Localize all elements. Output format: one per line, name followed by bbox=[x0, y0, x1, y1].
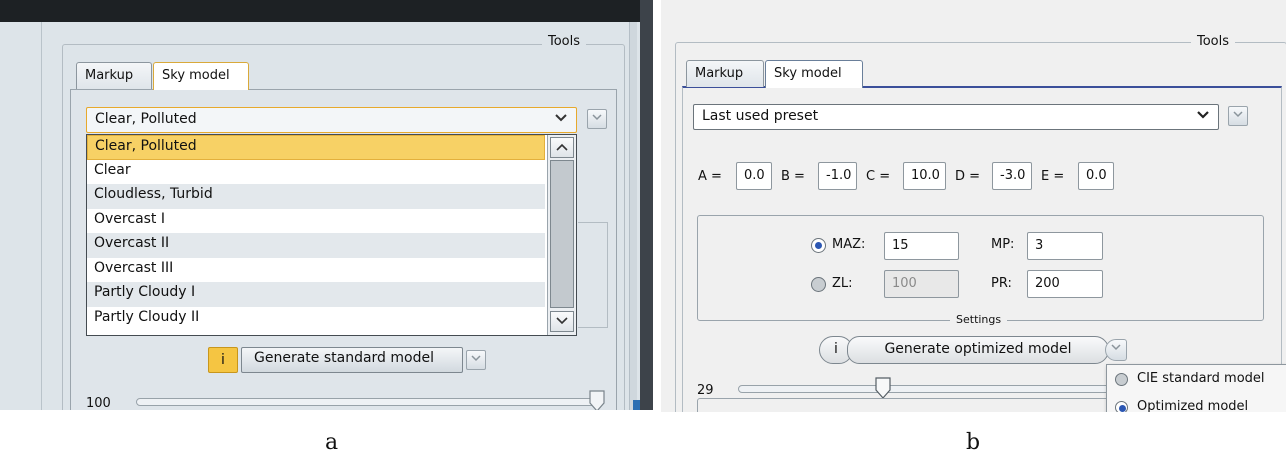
scroll-up-icon[interactable] bbox=[550, 137, 574, 158]
mp-field[interactable]: 3 bbox=[1027, 232, 1103, 260]
dropdown-arrow-icon bbox=[1233, 111, 1243, 118]
preset-combo-value: Clear, Polluted bbox=[95, 111, 197, 127]
option-overcast-2[interactable]: Overcast II bbox=[87, 233, 545, 258]
menu-radio-cie bbox=[1115, 373, 1128, 386]
coef-d-label: D = bbox=[955, 169, 981, 184]
option-partly-cloudy-1[interactable]: Partly Cloudy I bbox=[87, 282, 545, 307]
coef-e-field[interactable]: 0.0 bbox=[1078, 162, 1114, 190]
dropdown-arrow-icon bbox=[592, 114, 602, 121]
settings-group-frame bbox=[697, 215, 1264, 321]
option-clear-polluted[interactable]: Clear, Polluted bbox=[87, 135, 545, 160]
caption-a: a bbox=[325, 430, 339, 455]
chevron-down-icon[interactable] bbox=[554, 110, 568, 128]
coef-d-field[interactable]: -3.0 bbox=[992, 162, 1032, 190]
slider-track-b[interactable] bbox=[738, 385, 1113, 393]
caption-b: b bbox=[966, 430, 981, 455]
option-clear[interactable]: Clear bbox=[87, 160, 545, 185]
maz-field[interactable]: 15 bbox=[884, 232, 959, 260]
coef-c-label: C = bbox=[866, 169, 891, 184]
coef-b-label: B = bbox=[781, 169, 805, 184]
dropdown-arrow-icon bbox=[471, 355, 481, 362]
generate-optimized-model-button[interactable]: Generate optimized model bbox=[847, 336, 1109, 364]
scroll-down-icon[interactable] bbox=[550, 311, 574, 332]
preset-menu-button[interactable] bbox=[587, 109, 607, 129]
coef-e-label: E = bbox=[1041, 169, 1065, 184]
scroll-thumb[interactable] bbox=[550, 160, 574, 308]
tab-markup-b[interactable]: Markup bbox=[686, 60, 764, 87]
tools-group-title: Tools bbox=[542, 34, 587, 49]
pr-field[interactable]: 200 bbox=[1027, 270, 1103, 298]
coef-b-field[interactable]: -1.0 bbox=[818, 162, 857, 190]
info-button[interactable]: i bbox=[208, 347, 238, 373]
dropdown-scrollbar[interactable] bbox=[547, 135, 576, 335]
slider-value-label-b: 29 bbox=[697, 383, 714, 398]
generate-menu-button-b[interactable] bbox=[1105, 339, 1127, 361]
preset-dropdown-list[interactable]: Clear, Polluted Clear Cloudless, Turbid … bbox=[86, 134, 577, 336]
tab-sky-model-b[interactable]: Sky model bbox=[765, 60, 863, 88]
hidden-frame-edge bbox=[578, 222, 608, 328]
slider-value-label: 100 bbox=[86, 396, 111, 410]
settings-group-title: Settings bbox=[950, 313, 1008, 326]
chevron-down-icon[interactable] bbox=[1196, 107, 1210, 125]
radio-maz[interactable] bbox=[811, 238, 826, 253]
coef-a-label: A = bbox=[698, 169, 722, 184]
option-overcast-1[interactable]: Overcast I bbox=[87, 209, 545, 234]
menu-radio-optimized bbox=[1115, 401, 1128, 412]
preset-combo-value-b: Last used preset bbox=[702, 108, 819, 124]
option-cloudless-turbid[interactable]: Cloudless, Turbid bbox=[87, 184, 545, 209]
model-type-menu[interactable]: CIE standard model Optimized model bbox=[1106, 364, 1286, 412]
menu-item-optimized-model[interactable]: Optimized model bbox=[1107, 395, 1286, 412]
panel-a: Tools Markup Sky model Clear, Polluted C… bbox=[0, 0, 653, 410]
slider-handle-icon[interactable] bbox=[588, 390, 606, 410]
preset-menu-button-b[interactable] bbox=[1228, 106, 1248, 126]
coef-c-field[interactable]: 10.0 bbox=[903, 162, 946, 190]
splitter[interactable] bbox=[629, 22, 637, 410]
maz-label: MAZ: bbox=[832, 237, 866, 252]
menu-label-optimized: Optimized model bbox=[1137, 399, 1249, 412]
tab-sky-model[interactable]: Sky model bbox=[153, 62, 249, 90]
generate-menu-button[interactable] bbox=[466, 350, 486, 370]
slider-track[interactable] bbox=[136, 398, 604, 406]
mp-label: MP: bbox=[991, 237, 1015, 252]
tools-group-title-b: Tools bbox=[1191, 34, 1236, 49]
left-pane bbox=[0, 22, 42, 410]
preset-combo[interactable]: Clear, Polluted bbox=[86, 107, 577, 133]
zl-field: 100 bbox=[884, 270, 959, 298]
zl-label: ZL: bbox=[832, 276, 853, 291]
option-partly-cloudy-2[interactable]: Partly Cloudy II bbox=[87, 307, 545, 332]
preset-combo-b[interactable]: Last used preset bbox=[693, 104, 1219, 130]
menu-item-cie-standard-model[interactable]: CIE standard model bbox=[1107, 367, 1286, 393]
dropdown-arrow-icon bbox=[1111, 344, 1121, 351]
pr-label: PR: bbox=[991, 276, 1012, 291]
generate-standard-model-button[interactable]: Generate standard model bbox=[241, 347, 463, 373]
menu-label-cie: CIE standard model bbox=[1137, 371, 1265, 386]
coef-a-field[interactable]: 0.0 bbox=[736, 162, 772, 190]
window-edge bbox=[640, 0, 653, 410]
tab-markup[interactable]: Markup bbox=[76, 62, 152, 89]
radio-zl[interactable] bbox=[811, 277, 826, 292]
window-titlebar bbox=[0, 0, 653, 22]
panel-b: Tools Markup Sky model Last used preset … bbox=[657, 0, 1286, 412]
option-overcast-3[interactable]: Overcast III bbox=[87, 258, 545, 283]
